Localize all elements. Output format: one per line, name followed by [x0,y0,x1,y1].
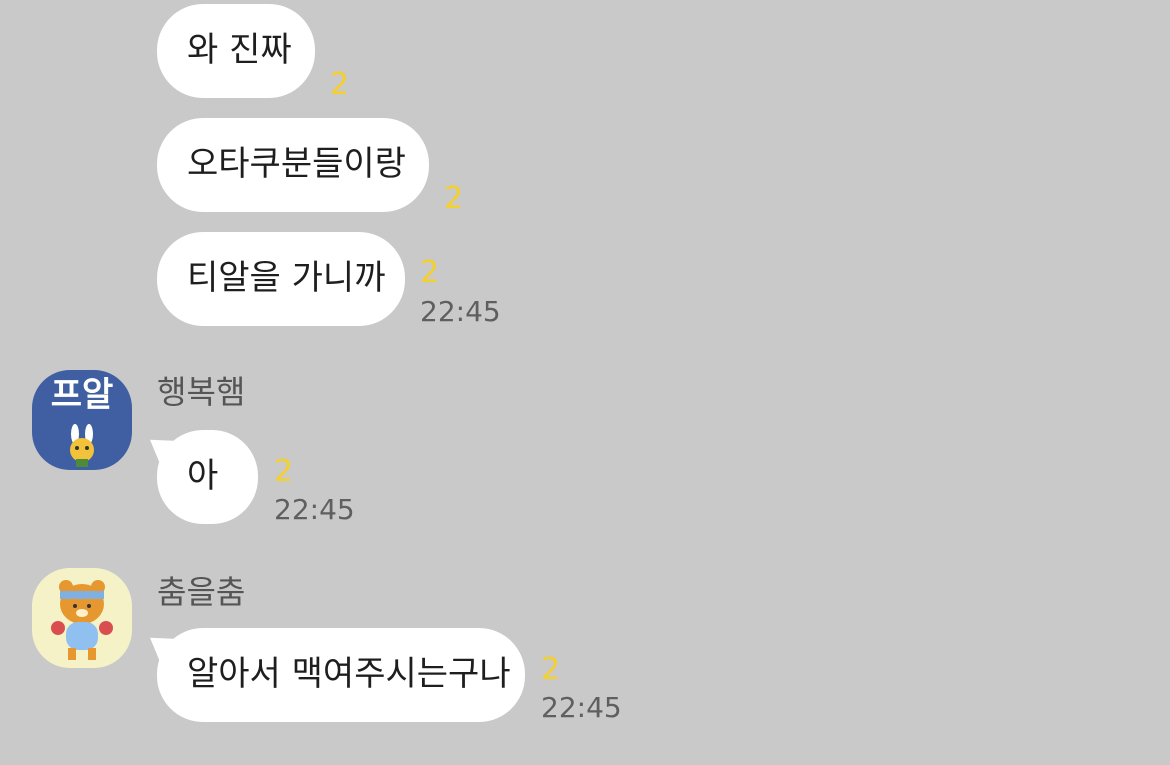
message-bubble[interactable]: 와 진짜 [157,4,315,98]
message-text: 아 [187,456,219,496]
message-bubble[interactable]: 아 [157,430,258,524]
unread-count: 2 [420,255,440,290]
sticker-avatar-icon: 프알 [32,370,132,470]
message-bubble[interactable]: 오타쿠분들이랑 [157,118,429,212]
sender-name: 행복햄 [157,373,246,411]
sender-avatar[interactable]: 프알 [32,370,132,470]
unread-count: 2 [330,67,350,102]
message-bubble[interactable]: 알아서 맥여주시는구나 [157,628,525,722]
sender-name: 춤을춤 [157,573,246,611]
message-bubble[interactable]: 티알을 가니까 [157,232,405,326]
message-time: 22:45 [420,295,501,328]
message-text: 와 진짜 [187,30,292,70]
sender-avatar[interactable] [32,568,132,668]
unread-count: 2 [541,652,561,687]
message-text: 티알을 가니까 [187,258,386,298]
message-text: 알아서 맥여주시는구나 [187,654,511,694]
message-time: 22:45 [274,493,355,526]
unread-count: 2 [444,181,464,216]
message-time: 22:45 [541,691,622,724]
message-text: 오타쿠분들이랑 [187,144,406,184]
bear-avatar-icon [51,580,113,660]
unread-count: 2 [274,454,294,489]
